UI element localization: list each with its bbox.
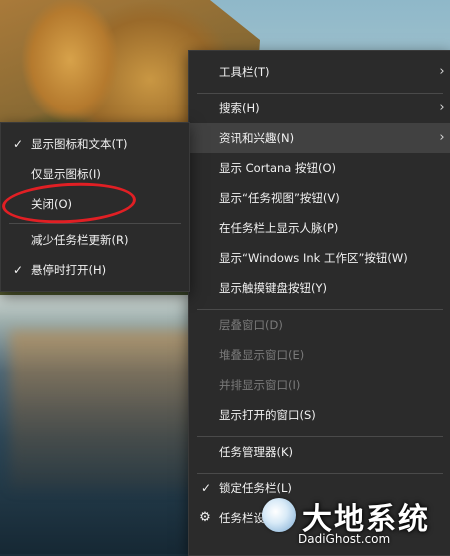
chevron-right-icon: ›	[439, 130, 445, 145]
menu-item-toolbars[interactable]: 工具栏(T) ›	[189, 57, 450, 87]
watermark-url: DadiGhost.com	[298, 532, 391, 546]
menu-item-label: 锁定任务栏(L)	[219, 481, 292, 495]
submenu-item-reduce-updates[interactable]: 减少任务栏更新(R)	[1, 225, 189, 255]
menu-item-label: 在任务栏上显示人脉(P)	[219, 221, 339, 235]
submenu-item-open-on-hover[interactable]: ✓ 悬停时打开(H)	[1, 255, 189, 285]
menu-item-label: 任务管理器(K)	[219, 445, 294, 459]
menu-item-show-people[interactable]: 在任务栏上显示人脉(P)	[189, 213, 450, 243]
watermark: 大地系统 DadiGhost.com	[262, 494, 450, 554]
menu-item-show-windows-ink[interactable]: 显示“Windows Ink 工作区”按钮(W)	[189, 243, 450, 273]
gear-icon: ⚙	[199, 510, 211, 525]
logo-icon	[262, 498, 296, 532]
menu-item-side-by-side-windows: 并排显示窗口(I)	[189, 370, 450, 400]
menu-item-label: 显示触摸键盘按钮(Y)	[219, 281, 327, 295]
menu-item-label: 工具栏(T)	[219, 65, 270, 79]
taskbar-context-menu: 工具栏(T) › 搜索(H) › 资讯和兴趣(N) › 显示 Cortana 按…	[188, 50, 450, 556]
checkmark-icon: ✓	[200, 481, 212, 495]
menu-item-label: 资讯和兴趣(N)	[219, 131, 295, 145]
wallpaper-reflection	[10, 330, 210, 490]
menu-item-label: 层叠窗口(D)	[219, 318, 283, 332]
menu-item-label: 堆叠显示窗口(E)	[219, 348, 305, 362]
menu-item-news-and-interests[interactable]: 资讯和兴趣(N) ›	[189, 123, 450, 153]
menu-item-cascade-windows: 层叠窗口(D)	[189, 310, 450, 340]
menu-item-show-cortana[interactable]: 显示 Cortana 按钮(O)	[189, 153, 450, 183]
menu-item-label: 并排显示窗口(I)	[219, 378, 301, 392]
menu-item-label: 显示打开的窗口(S)	[219, 408, 316, 422]
menu-item-label: 显示图标和文本(T)	[31, 137, 128, 151]
menu-separator	[9, 223, 181, 224]
menu-item-show-task-view[interactable]: 显示“任务视图”按钮(V)	[189, 183, 450, 213]
menu-item-show-desktop-windows[interactable]: 显示打开的窗口(S)	[189, 400, 450, 430]
menu-item-stack-windows: 堆叠显示窗口(E)	[189, 340, 450, 370]
submenu-item-show-icon-and-text[interactable]: ✓ 显示图标和文本(T)	[1, 129, 189, 159]
checkmark-icon: ✓	[12, 137, 24, 151]
chevron-right-icon: ›	[439, 100, 445, 115]
menu-item-show-touch-keyboard[interactable]: 显示触摸键盘按钮(Y)	[189, 273, 450, 303]
menu-item-search[interactable]: 搜索(H) ›	[189, 93, 450, 123]
chevron-right-icon: ›	[439, 64, 445, 79]
menu-item-label: 搜索(H)	[219, 101, 260, 115]
checkmark-icon: ✓	[12, 263, 24, 277]
menu-item-label: 悬停时打开(H)	[31, 263, 107, 277]
menu-item-label: 显示“任务视图”按钮(V)	[219, 191, 340, 205]
menu-item-label: 减少任务栏更新(R)	[31, 233, 129, 247]
menu-item-label: 显示 Cortana 按钮(O)	[219, 161, 337, 175]
menu-item-label: 显示“Windows Ink 工作区”按钮(W)	[219, 251, 408, 265]
menu-item-task-manager[interactable]: 任务管理器(K)	[189, 437, 450, 467]
menu-item-label: 仅显示图标(I)	[31, 167, 101, 181]
